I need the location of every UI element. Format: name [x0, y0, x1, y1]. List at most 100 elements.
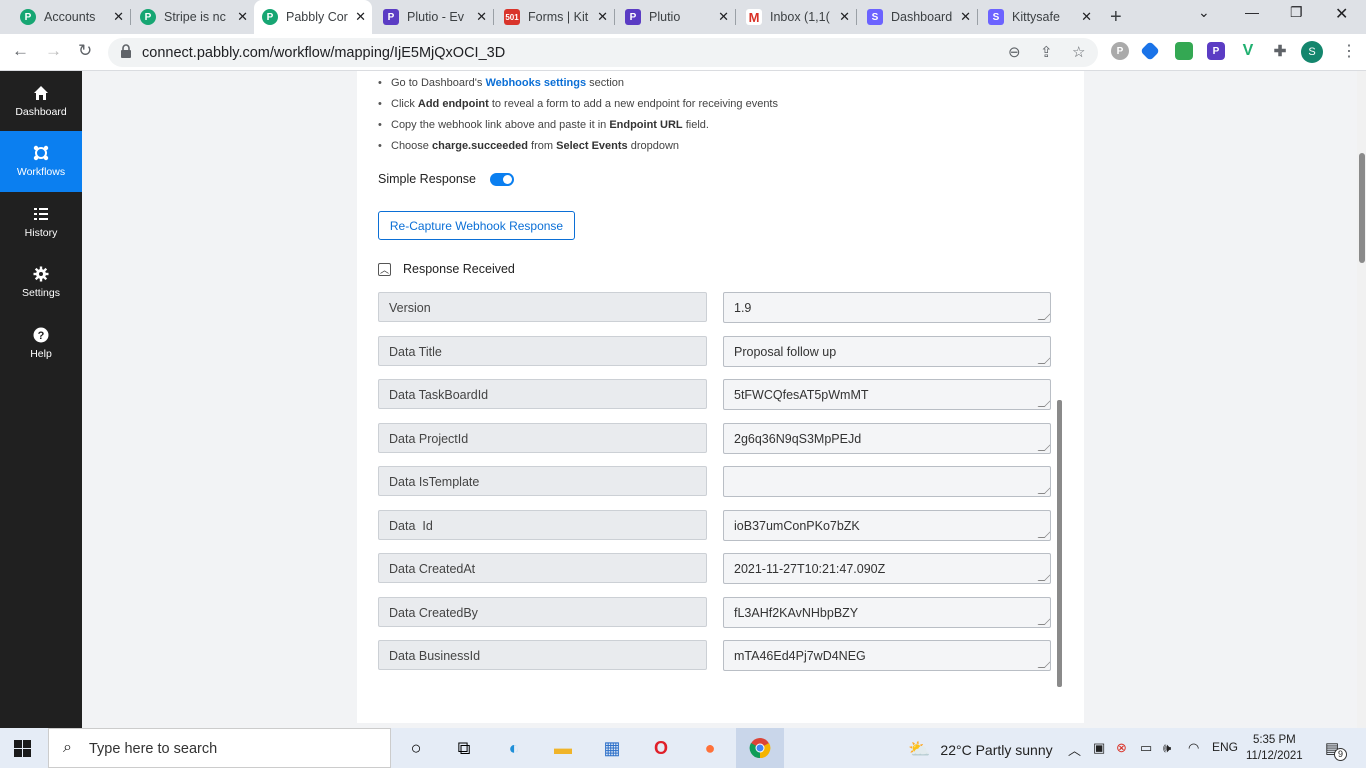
chrome-icon[interactable] — [748, 736, 772, 760]
simple-response-toggle[interactable] — [489, 172, 514, 186]
response-panel-scrollbar[interactable] — [1057, 285, 1062, 687]
resize-grip-icon[interactable] — [1037, 487, 1050, 494]
response-received-header[interactable]: ︿ Response Received — [378, 262, 515, 276]
browser-tab[interactable]: M Inbox (1,1( ✕ — [738, 0, 857, 34]
browser-tab-active[interactable]: P Pabbly Cor ✕ — [254, 0, 372, 34]
new-tab-icon[interactable]: + — [1110, 6, 1122, 29]
field-label: Data BusinessId — [378, 640, 707, 670]
bookmark-star-icon[interactable]: ☆ — [1072, 43, 1085, 61]
close-icon[interactable]: ✕ — [597, 9, 608, 25]
store-icon[interactable]: ▦ — [600, 736, 624, 760]
home-icon — [34, 86, 48, 100]
close-icon[interactable]: ✕ — [718, 9, 729, 25]
field-value-input[interactable]: Proposal follow up — [723, 336, 1051, 367]
close-icon[interactable]: ✕ — [237, 9, 248, 25]
pabbly-favicon-icon: P — [20, 9, 36, 25]
language-indicator[interactable]: ENG — [1212, 740, 1238, 754]
field-value-input[interactable] — [723, 466, 1051, 497]
firefox-icon[interactable]: ● — [698, 736, 722, 760]
scrollbar-thumb[interactable] — [1057, 400, 1062, 687]
taskbar-clock[interactable]: 5:35 PM 11/12/2021 — [1246, 732, 1303, 764]
battery-icon[interactable]: ▭ — [1140, 740, 1152, 756]
response-fields-panel: Version 1.9 Data Title Proposal follow u… — [378, 285, 1062, 687]
extension-diamond-icon[interactable] — [1140, 41, 1160, 61]
webhooks-settings-link[interactable]: Webhooks settings — [485, 77, 586, 89]
resize-grip-icon[interactable] — [1037, 618, 1050, 625]
browser-menu-icon[interactable]: ⋮ — [1341, 41, 1357, 61]
browser-toolbar: ← → ↻ connect.pabbly.com/workflow/mappin… — [0, 34, 1366, 71]
minimize-icon[interactable]: — — [1245, 4, 1259, 20]
resize-grip-icon[interactable] — [1037, 313, 1050, 320]
close-icon[interactable]: ✕ — [113, 9, 124, 25]
field-value-input[interactable]: 1.9 — [723, 292, 1051, 323]
close-icon[interactable]: ✕ — [1081, 9, 1092, 25]
chevron-up-icon[interactable]: ︿ — [378, 262, 391, 276]
page-scrollbar[interactable] — [1357, 71, 1366, 728]
wifi-icon[interactable]: ◠ — [1188, 740, 1199, 756]
tab-search-chevron-icon[interactable]: ⌄ — [1198, 4, 1210, 21]
sidebar-item-dashboard[interactable]: Dashboard — [0, 71, 82, 132]
gear-icon — [33, 266, 49, 282]
share-icon[interactable]: ⇪ — [1040, 43, 1053, 61]
resize-grip-icon[interactable] — [1037, 400, 1050, 407]
close-icon[interactable]: ✕ — [476, 9, 487, 25]
close-icon[interactable]: ✕ — [960, 9, 971, 25]
sidebar-item-help[interactable]: ? Help — [0, 313, 82, 374]
resize-grip-icon[interactable] — [1037, 531, 1050, 538]
browser-tab[interactable]: S Kittysafe ✕ — [980, 0, 1098, 34]
field-value-input[interactable]: ioB37umConPKo7bZK — [723, 510, 1051, 541]
sidebar-item-label: Workflows — [16, 166, 66, 178]
url-text: connect.pabbly.com/workflow/mapping/IjE5… — [142, 45, 506, 61]
meet-now-icon[interactable]: ▣ — [1093, 740, 1105, 756]
windows-start-icon[interactable] — [14, 740, 31, 757]
field-value-input[interactable]: mTA46Ed4Pj7wD4NEG — [723, 640, 1051, 671]
browser-tab[interactable]: P Plutio - Ev ✕ — [375, 0, 494, 34]
browser-tab[interactable]: P Stripe is nc ✕ — [132, 0, 254, 34]
resize-grip-icon[interactable] — [1037, 357, 1050, 364]
extension-folder-icon[interactable] — [1175, 42, 1193, 60]
resize-grip-icon[interactable] — [1037, 574, 1050, 581]
resize-grip-icon[interactable] — [1037, 661, 1050, 668]
restore-icon[interactable]: ❐ — [1290, 4, 1303, 21]
scrollbar-thumb[interactable] — [1359, 153, 1365, 263]
profile-avatar[interactable]: S — [1301, 41, 1323, 63]
browser-tab[interactable]: 501 Forms | Kit ✕ — [496, 0, 615, 34]
sidebar-item-workflows[interactable]: Workflows — [0, 131, 82, 192]
file-explorer-icon[interactable]: ▬ — [551, 736, 575, 760]
opera-icon[interactable]: O — [649, 736, 673, 760]
extension-vue-icon[interactable]: V — [1239, 42, 1257, 60]
reload-icon[interactable]: ↻ — [78, 41, 92, 61]
browser-tab[interactable]: P Plutio ✕ — [617, 0, 736, 34]
weather-widget[interactable]: ⛅ 22°C Partly sunny — [908, 739, 1053, 760]
back-arrow-icon[interactable]: ← — [12, 41, 29, 61]
edge-icon[interactable]: ◐ — [502, 736, 526, 760]
field-value-input[interactable]: 2g6q36N9qS3MpPEJd — [723, 423, 1051, 454]
field-value-input[interactable]: fL3AHf2KAvNHbpBZY — [723, 597, 1051, 628]
address-bar[interactable]: connect.pabbly.com/workflow/mapping/IjE5… — [108, 38, 1098, 67]
sidebar-item-settings[interactable]: Settings — [0, 252, 82, 313]
task-view-icon[interactable]: ⧉ — [452, 736, 476, 760]
tab-strip: P Accounts ✕ P Stripe is nc ✕ P Pabbly C… — [0, 0, 1366, 34]
close-icon[interactable]: ✕ — [355, 9, 366, 25]
tray-chevron-up-icon[interactable]: ︿ — [1068, 740, 1081, 759]
sidebar-item-history[interactable]: History — [0, 192, 82, 253]
recapture-webhook-button[interactable]: Re-Capture Webhook Response — [378, 211, 575, 240]
window-close-icon[interactable]: ✕ — [1335, 4, 1348, 24]
taskbar-search-box[interactable]: ⌕ Type here to search — [48, 728, 391, 768]
browser-tab[interactable]: P Accounts ✕ — [12, 0, 131, 34]
field-value-input[interactable]: 2021-11-27T10:21:47.090Z — [723, 553, 1051, 584]
gmail-favicon-icon: M — [746, 9, 762, 25]
network-icon[interactable]: ⊗ — [1116, 740, 1127, 756]
search-icon: ⌕ — [63, 739, 72, 756]
cortana-icon[interactable]: ○ — [404, 736, 428, 760]
volume-icon[interactable]: 🕪 — [1163, 740, 1171, 756]
forward-arrow-icon[interactable]: → — [45, 41, 62, 61]
extensions-puzzle-icon[interactable]: ✚ — [1271, 42, 1289, 60]
extension-plutio-icon[interactable]: P — [1207, 42, 1225, 60]
field-value-input[interactable]: 5tFWCQfesAT5pWmMT — [723, 379, 1051, 410]
zoom-icon[interactable]: ⊖ — [1008, 43, 1021, 61]
browser-tab[interactable]: S Dashboard ✕ — [859, 0, 978, 34]
close-icon[interactable]: ✕ — [839, 9, 850, 25]
extension-p-icon[interactable]: P — [1111, 42, 1129, 60]
resize-grip-icon[interactable] — [1037, 444, 1050, 451]
